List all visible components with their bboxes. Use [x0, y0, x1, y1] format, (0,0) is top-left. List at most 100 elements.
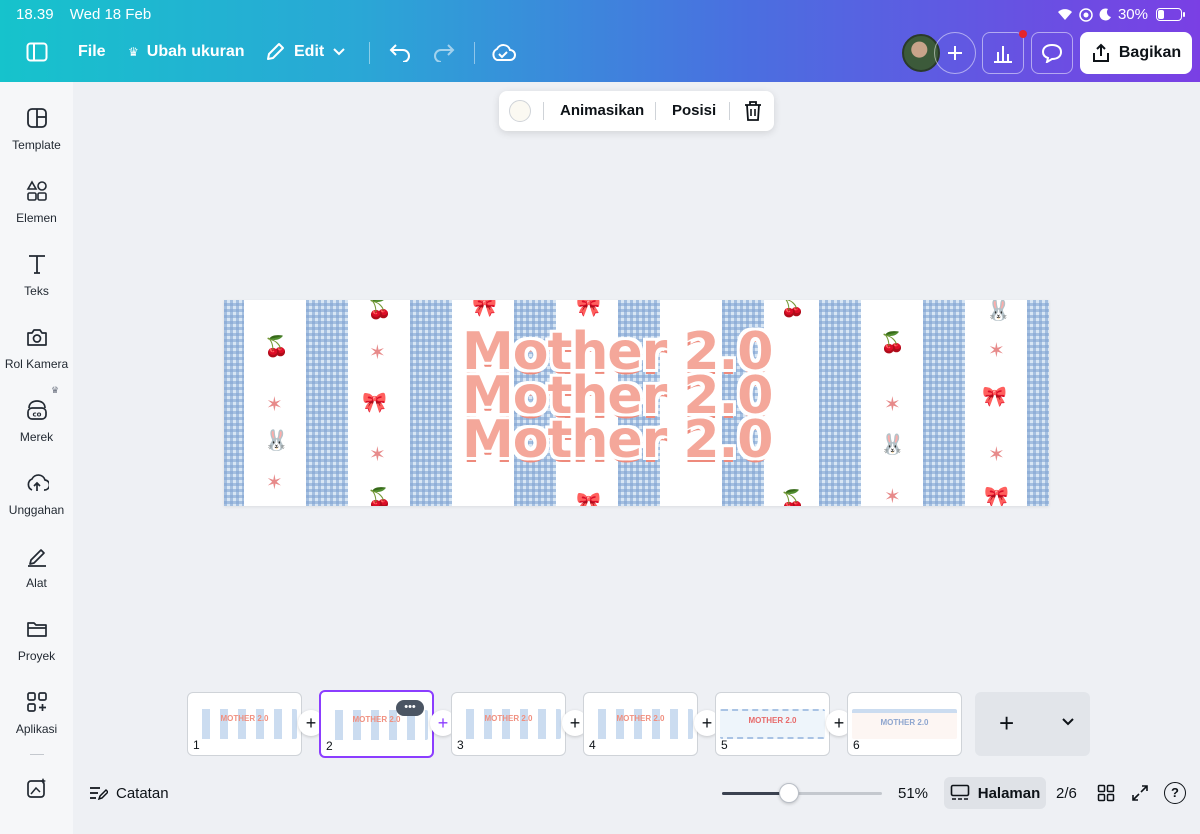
cherry-icon: 🍒 — [880, 332, 905, 354]
share-button[interactable]: Bagikan — [1080, 32, 1192, 74]
sparkle-icon: ✶ — [884, 394, 901, 416]
expand-pages-button[interactable] — [1061, 714, 1075, 732]
zoom-slider[interactable] — [722, 783, 882, 803]
sidebar: Template Elemen Teks Rol Kamera ♛ co Mer… — [0, 82, 73, 834]
sidebar-toggle-button[interactable] — [22, 34, 52, 70]
grid-view-button[interactable] — [1097, 782, 1115, 804]
page-number: 5 — [721, 738, 728, 752]
page-number: 1 — [193, 738, 200, 752]
sidebar-item-camera-roll[interactable]: Rol Kamera — [0, 325, 73, 371]
color-swatch[interactable] — [509, 100, 531, 122]
elements-icon — [26, 180, 47, 201]
sidebar-item-magic[interactable] — [0, 776, 73, 808]
thumbnail-text: MOTHER 2.0 — [484, 714, 533, 723]
gingham-stripe — [224, 300, 244, 506]
help-button[interactable]: ? — [1164, 782, 1186, 804]
page-number: 2 — [326, 739, 333, 753]
insights-button[interactable] — [982, 32, 1024, 74]
comment-icon — [1041, 43, 1063, 63]
animate-button[interactable]: Animasikan — [560, 102, 644, 119]
mother-title-group[interactable]: Mother 2.0 Mother 2.0 Mother 2.0 — [462, 326, 822, 466]
gingham-stripe — [410, 300, 452, 506]
redo-button[interactable] — [432, 34, 456, 70]
crown-icon: ♛ — [51, 385, 60, 395]
pencil-icon — [267, 43, 284, 60]
page-thumbnail[interactable]: MOTHER 2.0 5 — [715, 692, 830, 756]
sidebar-item-label: Proyek — [17, 649, 56, 663]
invite-button[interactable] — [934, 32, 976, 74]
status-bar-right: 30% — [1057, 6, 1185, 23]
page-number: 6 — [853, 738, 860, 752]
tools-icon — [27, 549, 46, 567]
bow-icon: 🎀 — [984, 486, 1009, 506]
zoom-slider-handle[interactable] — [779, 783, 800, 803]
page-thumbnail[interactable]: MOTHER 2.0 3 — [451, 692, 566, 756]
toolbar-divider — [369, 42, 370, 64]
fullscreen-button[interactable] — [1131, 782, 1149, 804]
sparkle-icon: ✶ — [988, 444, 1005, 466]
page-more-button[interactable]: ••• — [396, 700, 424, 716]
crown-icon: ♛ — [128, 45, 139, 59]
sidebar-item-template[interactable]: Template — [0, 106, 73, 152]
notes-button[interactable]: Catatan — [88, 782, 169, 804]
bunny-icon: 🐰 — [986, 300, 1011, 322]
page-thumbnail[interactable]: MOTHER 2.0 6 — [847, 692, 962, 756]
template-icon — [26, 108, 47, 128]
folder-icon — [26, 622, 47, 637]
plus-icon — [948, 46, 962, 60]
thumbnail-text: MOTHER 2.0 — [748, 716, 797, 725]
comments-button[interactable] — [1031, 32, 1073, 74]
thumbnail-text: MOTHER 2.0 — [880, 718, 929, 727]
battery-icon — [1156, 8, 1185, 21]
cherry-icon: 🍒 — [367, 300, 392, 320]
share-icon — [1092, 43, 1109, 62]
page-thumbnail-active[interactable]: MOTHER 2.0 ••• 2 — [319, 690, 434, 758]
sidebar-item-tools[interactable]: Alat — [0, 544, 73, 590]
pages-view-button[interactable]: Halaman — [944, 777, 1046, 809]
resize-button[interactable]: ♛ Ubah ukuran — [128, 34, 245, 70]
redo-icon — [434, 44, 455, 62]
position-button[interactable]: Posisi — [672, 102, 716, 119]
delete-button[interactable] — [743, 100, 763, 126]
page-number: 3 — [457, 738, 464, 752]
toolbar-divider — [474, 42, 475, 64]
bunny-icon: 🐰 — [880, 434, 905, 456]
undo-button[interactable] — [388, 34, 412, 70]
sidebar-item-brand[interactable]: co Merek — [0, 398, 73, 444]
bar-chart-icon — [994, 46, 1012, 63]
bow-icon: 🎀 — [472, 300, 497, 318]
sidebar-item-uploads[interactable]: Unggahan — [0, 471, 73, 517]
sparkle-icon: ✶ — [266, 472, 283, 494]
notes-label: Catatan — [116, 784, 169, 802]
design-canvas[interactable]: 🍒 ✶ 🐰 ✶ 🍒 ✶ 🎀 ✶ 🍒 🎀 🎀 🎀 🍒 🍒 🍒 ✶ 🐰 ✶ 🐰 ✶ … — [224, 300, 1049, 506]
page-counter: 2/6 — [1056, 782, 1077, 804]
bow-icon: 🎀 — [362, 392, 387, 414]
plus-icon: + — [437, 712, 449, 733]
status-bar-left: 18.39 Wed 18 Feb — [16, 6, 163, 23]
sidebar-item-label: Teks — [24, 284, 49, 298]
add-page-button[interactable]: + — [999, 710, 1014, 736]
page-thumbnail[interactable]: MOTHER 2.0 4 — [583, 692, 698, 756]
wifi-icon — [1057, 9, 1072, 20]
sidebar-item-elements[interactable]: Elemen — [0, 179, 73, 225]
share-label: Bagikan — [1118, 44, 1182, 61]
status-date: Wed 18 Feb — [69, 6, 152, 23]
file-menu-button[interactable]: File — [78, 34, 106, 70]
pages-label: Halaman — [977, 784, 1041, 802]
sparkle-icon: ✶ — [369, 444, 386, 466]
cherry-icon: 🍒 — [367, 488, 392, 506]
thumbnail-text: MOTHER 2.0 — [220, 714, 269, 723]
page-thumbnail[interactable]: MOTHER 2.0 1 — [187, 692, 302, 756]
sidebar-item-apps[interactable]: Aplikasi — [0, 690, 73, 736]
bow-icon: 🎀 — [982, 386, 1007, 408]
top-bar: 18.39 Wed 18 Feb 30% File ♛ Ubah ukuran … — [0, 0, 1200, 82]
sidebar-item-projects[interactable]: Proyek — [0, 617, 73, 663]
zoom-percent[interactable]: 51% — [898, 782, 928, 804]
sparkle-icon: ✶ — [988, 340, 1005, 362]
sidebar-item-label: Rol Kamera — [4, 357, 69, 371]
cloud-save-button[interactable] — [490, 34, 516, 70]
bow-icon: 🎀 — [576, 300, 601, 318]
bunny-icon: 🐰 — [264, 430, 289, 452]
edit-menu-button[interactable]: Edit — [264, 34, 346, 70]
sidebar-item-text[interactable]: Teks — [0, 252, 73, 298]
